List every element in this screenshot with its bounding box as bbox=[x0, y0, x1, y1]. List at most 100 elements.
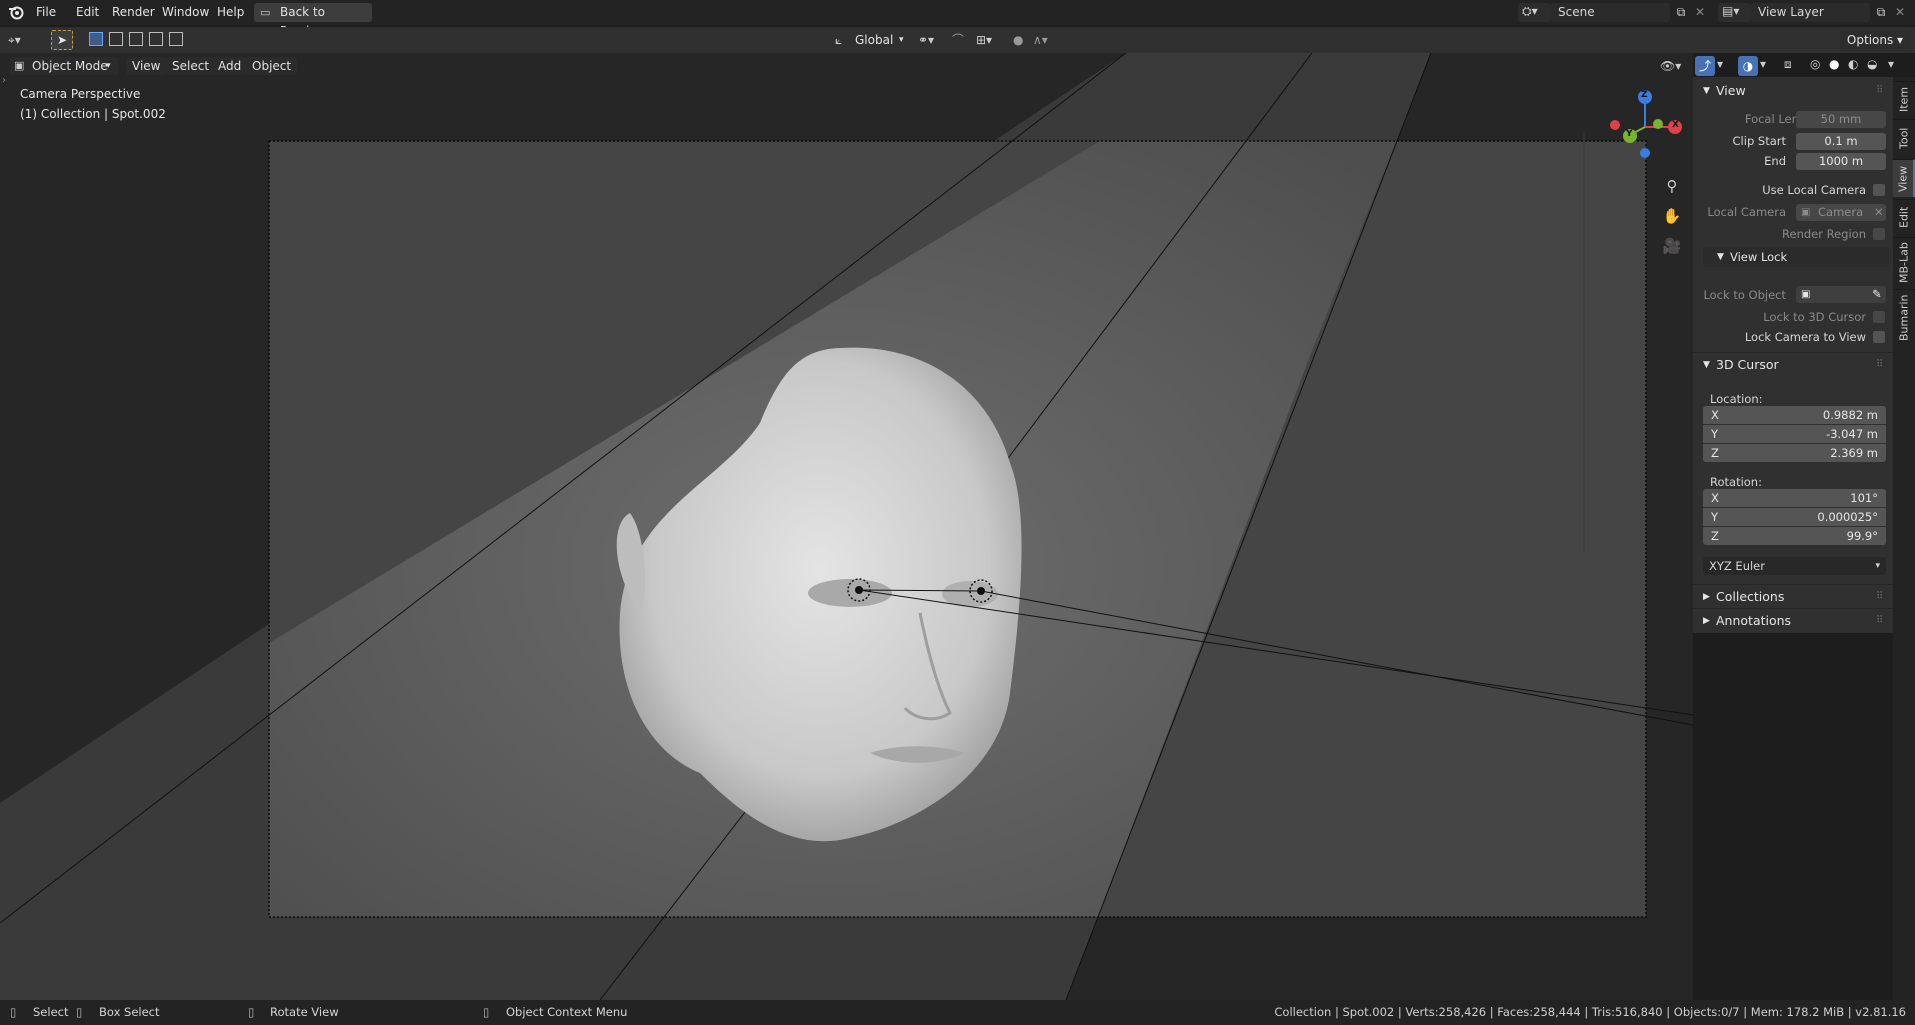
new-view-layer-icon[interactable]: ⧉ bbox=[1871, 3, 1891, 22]
rendered-shading-icon[interactable]: ◒ bbox=[1867, 57, 1885, 71]
clear-icon[interactable]: ✕ bbox=[1874, 204, 1884, 221]
mouse-right-icon: ▯ bbox=[248, 1005, 255, 1019]
tab-bumarin[interactable]: Bumarin bbox=[1893, 289, 1915, 345]
3d-viewport[interactable]: Camera Perspective (1) Collection | Spot… bbox=[0, 53, 1693, 1000]
view-layer-selector-icon[interactable]: ▤▾ bbox=[1718, 3, 1750, 22]
drag-handle-icon[interactable]: ⠿ bbox=[1876, 611, 1883, 631]
object-menu[interactable]: Object bbox=[246, 57, 298, 75]
cursor-rotation-z[interactable]: Z 99.9° bbox=[1703, 527, 1886, 545]
annotations-panel-header[interactable]: ▶ Annotations ⠿ bbox=[1693, 611, 1893, 631]
tool-header: ⌖▾ ➤ ⟀ Global ▾ ⚭▾ ⌒ ⊞▾ ● ∧▾ Options ▾ bbox=[0, 27, 1915, 53]
cursor-location-z[interactable]: Z 2.369 m bbox=[1703, 444, 1886, 462]
chevron-down-icon[interactable]: ▾ bbox=[1717, 57, 1731, 71]
status-rotate-view: Rotate View bbox=[270, 1005, 339, 1019]
tab-item[interactable]: Item bbox=[1893, 81, 1915, 117]
view-menu[interactable]: View bbox=[126, 57, 167, 75]
divider bbox=[1693, 584, 1893, 585]
menu-window[interactable]: Window bbox=[156, 3, 215, 22]
collections-panel-header[interactable]: ▶ Collections ⠿ bbox=[1693, 587, 1893, 607]
falloff-icon[interactable]: ∧▾ bbox=[1033, 30, 1063, 50]
axis-value: 99.9° bbox=[1846, 529, 1878, 543]
expand-arrow-icon: ▶ bbox=[1703, 616, 1710, 626]
menu-help[interactable]: Help bbox=[211, 3, 250, 22]
render-region-label: Render Region bbox=[1782, 227, 1866, 241]
menu-file[interactable]: File bbox=[30, 3, 62, 22]
object-mode-icon: ▣ bbox=[14, 59, 25, 72]
mode-intersect-icon[interactable] bbox=[169, 32, 183, 46]
options-dropdown[interactable]: Options ▾ bbox=[1840, 31, 1910, 49]
cursor-rotation-y[interactable]: Y 0.000025° bbox=[1703, 508, 1886, 526]
cursor-panel-header[interactable]: ▼ 3D Cursor ⠿ bbox=[1693, 355, 1893, 375]
menu-render[interactable]: Render bbox=[106, 3, 161, 22]
transform-orientation-dropdown[interactable]: ⟀ Global ▾ bbox=[833, 30, 911, 50]
eyedropper-icon[interactable]: ✎ bbox=[1872, 286, 1882, 303]
wireframe-shading-icon[interactable]: ◎ bbox=[1810, 57, 1828, 71]
pivot-point-icon[interactable]: ⚭▾ bbox=[918, 30, 948, 50]
blender-logo-icon[interactable] bbox=[8, 5, 24, 20]
back-to-previous-button[interactable]: ▭ Back to Previous bbox=[254, 3, 372, 38]
lock-camera-label: Lock Camera to View bbox=[1744, 330, 1866, 344]
view-panel-header[interactable]: ▼ View ⠿ bbox=[1693, 81, 1893, 101]
viewport-header: ▣ Object Mode ▾ View Select Add Object 👁… bbox=[0, 53, 1894, 77]
tab-tool[interactable]: Tool bbox=[1893, 119, 1915, 157]
render-region-checkbox[interactable] bbox=[1873, 228, 1885, 240]
chevron-down-icon[interactable]: ▾ bbox=[1888, 57, 1902, 71]
cursor-rotation-x[interactable]: X 101° bbox=[1703, 489, 1886, 507]
scene-selector-icon[interactable]: ⛭▾ bbox=[1518, 3, 1550, 22]
select-menu[interactable]: Select bbox=[166, 57, 216, 75]
camera-view-icon[interactable]: 🎥 bbox=[1660, 234, 1684, 258]
divider bbox=[1693, 352, 1893, 353]
scene-name-field[interactable]: Scene bbox=[1550, 3, 1670, 22]
focal-length-field[interactable]: 50 mm bbox=[1796, 111, 1886, 128]
solid-shading-icon[interactable]: ● bbox=[1829, 57, 1847, 71]
delete-scene-icon[interactable]: ✕ bbox=[1691, 3, 1709, 22]
rotation-mode-dropdown[interactable]: XYZ Euler ▾ bbox=[1703, 557, 1886, 575]
lock-camera-checkbox[interactable] bbox=[1873, 331, 1885, 343]
location-label: Location: bbox=[1710, 392, 1763, 406]
local-camera-field[interactable]: ▣ Camera ✕ bbox=[1796, 204, 1886, 221]
mode-new-icon[interactable] bbox=[89, 32, 103, 46]
clip-start-field[interactable]: 0.1 m bbox=[1796, 133, 1886, 150]
overlays-toggle-icon[interactable]: ◑ bbox=[1738, 56, 1758, 76]
mode-subtract-icon[interactable] bbox=[129, 32, 143, 46]
use-local-camera-checkbox[interactable] bbox=[1873, 184, 1885, 196]
chevron-down-icon[interactable]: ▾ bbox=[1760, 57, 1774, 71]
mouse-middle-icon: ▯ bbox=[76, 1005, 83, 1019]
mode-dropdown[interactable]: ▣ Object Mode ▾ bbox=[10, 57, 118, 75]
menu-edit[interactable]: Edit bbox=[70, 3, 105, 22]
visibility-icon[interactable]: 👁▾ bbox=[1660, 57, 1690, 75]
new-scene-icon[interactable]: ⧉ bbox=[1671, 3, 1691, 22]
lock-to-object-field[interactable]: ▣ ✎ bbox=[1796, 286, 1886, 303]
mode-invert-icon[interactable] bbox=[149, 32, 163, 46]
gizmo-toggle-icon[interactable]: ⤴ bbox=[1695, 56, 1715, 76]
add-menu[interactable]: Add bbox=[212, 57, 248, 75]
clip-end-label: End bbox=[1764, 154, 1786, 168]
editor-type-icon[interactable]: ⌖▾ bbox=[8, 31, 40, 49]
drag-handle-icon[interactable]: ⠿ bbox=[1876, 355, 1883, 375]
drag-handle-icon[interactable]: ⠿ bbox=[1876, 81, 1883, 101]
snap-icon[interactable]: ⌒ bbox=[952, 30, 972, 50]
xray-icon[interactable]: ⧈ bbox=[1784, 57, 1802, 72]
viewport-subtitle: (1) Collection | Spot.002 bbox=[20, 107, 166, 121]
tab-view[interactable]: View bbox=[1893, 159, 1915, 197]
material-shading-icon[interactable]: ◐ bbox=[1848, 57, 1866, 71]
view-layer-name-field[interactable]: View Layer bbox=[1750, 3, 1870, 22]
snap-target-icon[interactable]: ⊞▾ bbox=[976, 30, 1006, 50]
tab-mb-lab[interactable]: MB-Lab bbox=[1893, 237, 1915, 287]
tab-edit[interactable]: Edit bbox=[1893, 199, 1915, 235]
view-lock-header[interactable]: ▼ View Lock bbox=[1703, 247, 1889, 267]
use-local-camera-label: Use Local Camera bbox=[1762, 183, 1866, 197]
mode-extend-icon[interactable] bbox=[109, 32, 123, 46]
pan-hand-icon[interactable]: ✋ bbox=[1660, 204, 1684, 228]
select-tool-icon[interactable]: ➤ bbox=[51, 30, 73, 50]
lock-to-cursor-checkbox[interactable] bbox=[1873, 311, 1885, 323]
proportional-edit-icon[interactable]: ● bbox=[1013, 30, 1029, 50]
cursor-location-y[interactable]: Y -3.047 m bbox=[1703, 425, 1886, 443]
sidebar-panel: ▼ View ⠿ Focal Length 50 mm Clip Start 0… bbox=[1693, 77, 1893, 633]
delete-view-layer-icon[interactable]: ✕ bbox=[1891, 3, 1909, 22]
cursor-location-x[interactable]: X 0.9882 m bbox=[1703, 406, 1886, 424]
drag-handle-icon[interactable]: ⠿ bbox=[1876, 587, 1883, 607]
expand-arrow-icon: ▶ bbox=[1703, 592, 1710, 602]
zoom-icon[interactable]: ⚲ bbox=[1660, 174, 1684, 198]
clip-end-field[interactable]: 1000 m bbox=[1796, 153, 1886, 170]
